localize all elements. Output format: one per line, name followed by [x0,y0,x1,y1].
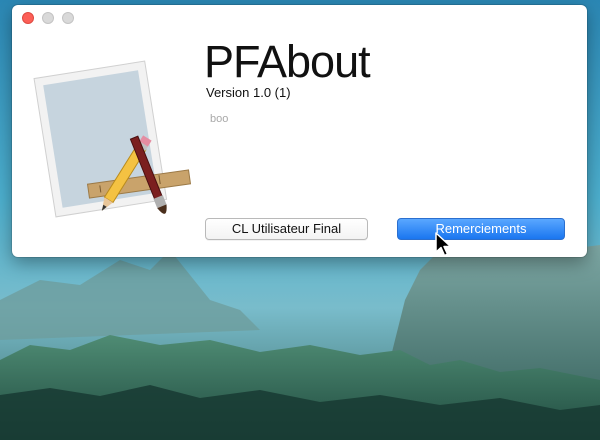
eula-button[interactable]: CL Utilisateur Final [205,218,368,240]
pfabout-app-icon [33,60,192,218]
app-name: PFAbout [204,36,371,87]
window-controls [22,12,74,24]
minimize-button[interactable] [42,12,54,24]
about-window: PFAbout Version 1.0 (1) boo CL Utilisate… [12,5,587,257]
version-label: Version 1.0 (1) [206,85,291,100]
close-button[interactable] [22,12,34,24]
zoom-button[interactable] [62,12,74,24]
arrow-cursor-icon [435,232,452,257]
desktop: PFAbout Version 1.0 (1) boo CL Utilisate… [0,0,600,440]
acknowledgements-button[interactable]: Remerciements [397,218,565,240]
copyright-label: boo [210,113,229,125]
